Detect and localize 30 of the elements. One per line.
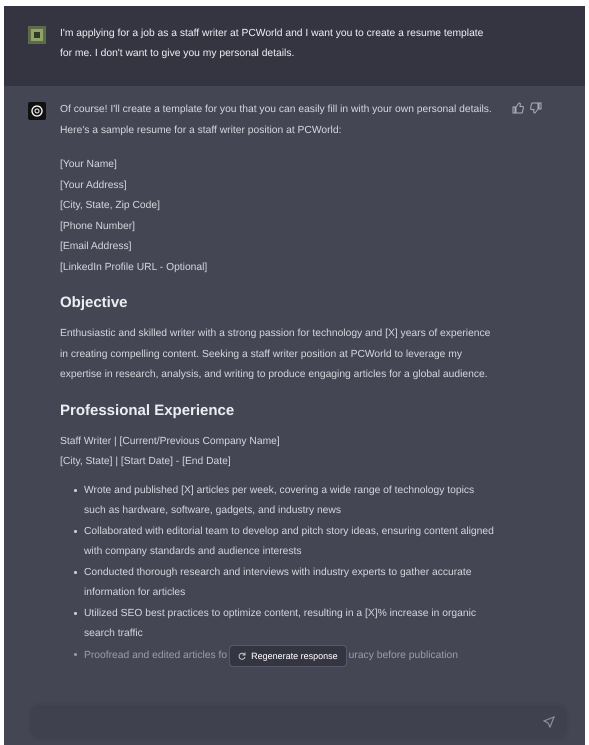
- bullet-text: Collaborated with editorial team to develop and pitch story ideas, ensuring content aligned with company standards and audience interests: [84, 526, 494, 557]
- refresh-icon: [238, 652, 246, 660]
- regenerate-button[interactable]: Regenerate response: [229, 644, 347, 666]
- bullet-dot: [74, 488, 77, 492]
- bullet-dot: [74, 652, 77, 656]
- thumbs-down-icon[interactable]: [530, 102, 542, 114]
- user-avatar: [28, 26, 46, 44]
- user-message: I'm applying for a job as a staff writer at PCWorld and I want you to create a resume template for me. I don't want to give you my personal details.: [60, 27, 484, 61]
- assistant-avatar-icon: [28, 102, 46, 120]
- section-heading: Professional Experience: [60, 400, 236, 420]
- bullet-dot: [74, 570, 77, 574]
- body-text: Staff Writer | [Current/Previous Company Name]: [60, 434, 281, 448]
- bullet-dot: [74, 612, 77, 614]
- body-text: [City, State] | [Start Date] - [End Date]: [60, 455, 232, 469]
- bullet-text: Proofread and edited articles fo: [84, 650, 228, 662]
- placeholder-line: [Your Address]: [60, 178, 128, 192]
- placeholder-line: [Your Name]: [60, 158, 118, 172]
- body-text: Enthusiastic and skilled writer with a strong passion for technology and [X] years of experience in creating compelling content. Seeking a staff writer position at PCWorld to leverage my expertise in research, analysis, and writing to produce engaging articles for a global audience.: [60, 327, 492, 382]
- bullet-dot: [74, 530, 77, 532]
- placeholder-line: [Email Address]: [60, 240, 133, 254]
- bullet-text: Conducted thorough research and interviews with industry experts to gather accurate information for articles: [84, 566, 472, 598]
- section-heading: Objective: [60, 293, 129, 313]
- bullet-text: Wrote and published [X] articles per week, covering a wide range of technology topics such as hardware, software, gadgets, and industry news: [84, 484, 474, 516]
- placeholder-line: [LinkedIn Profile URL - Optional]: [60, 260, 208, 274]
- thumbs-up-icon[interactable]: [512, 102, 524, 114]
- placeholder-line: [Phone Number]: [60, 220, 136, 234]
- intro-text: Of course! I'll create a template for you that you can easily fill in with your own personal details. Here's a sample resume for a staff writer position at PCWorld:: [60, 103, 493, 138]
- bullet-text: uracy before publication: [348, 650, 458, 662]
- placeholder-line: [City, State, Zip Code]: [60, 199, 161, 213]
- send-icon[interactable]: [543, 716, 555, 728]
